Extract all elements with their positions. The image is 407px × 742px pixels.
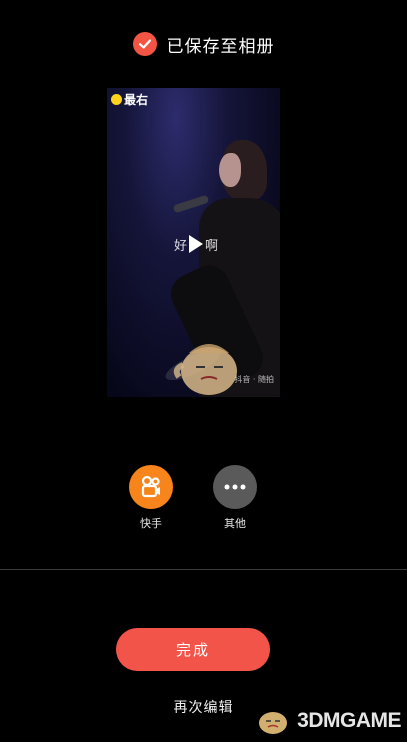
share-kuaishou-button[interactable] xyxy=(129,465,173,509)
play-icon[interactable] xyxy=(180,230,208,258)
figure-face xyxy=(219,153,241,187)
done-button[interactable]: 完成 xyxy=(116,628,270,671)
app-logo-icon xyxy=(111,94,122,105)
check-icon xyxy=(132,32,157,56)
site-watermark-text: 3DMGAME xyxy=(297,709,401,732)
share-other-button[interactable] xyxy=(213,465,257,509)
share-kuaishou-label: 快手 xyxy=(140,517,162,530)
save-status: 已保存至相册 xyxy=(0,31,407,57)
tiktok-watermark: 抖音 · 随拍 xyxy=(234,375,274,384)
more-dots-icon xyxy=(224,484,246,490)
mascot-watermark-icon xyxy=(259,712,288,734)
save-status-text: 已保存至相册 xyxy=(166,36,275,57)
video-preview[interactable]: 最右 好啊 抖音 · 随拍 xyxy=(107,88,280,397)
divider xyxy=(0,569,407,570)
kuaishou-camera-icon xyxy=(141,475,160,498)
share-other-label: 其他 xyxy=(224,517,246,530)
app-logo: 最右 xyxy=(111,91,148,108)
site-watermark: 3DMGAME xyxy=(253,706,401,736)
app-logo-text: 最右 xyxy=(124,93,149,107)
mascot-sticker xyxy=(173,344,237,395)
